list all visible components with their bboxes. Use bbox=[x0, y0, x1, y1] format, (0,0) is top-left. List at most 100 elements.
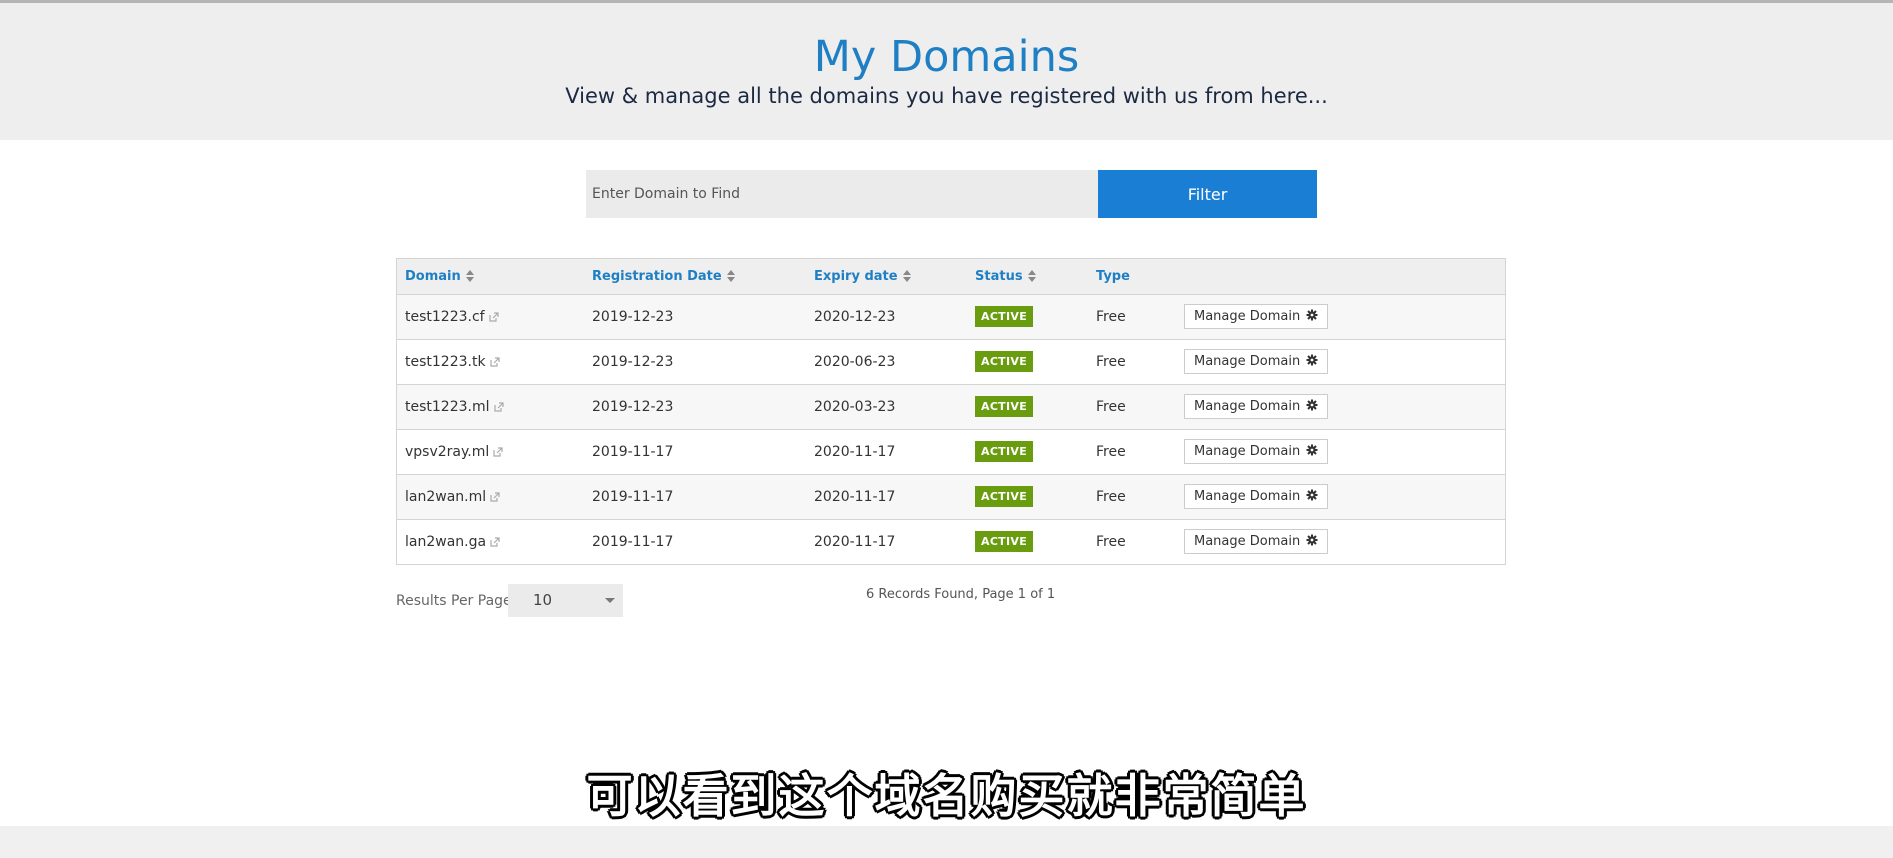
external-link-icon[interactable] bbox=[493, 446, 503, 457]
manage-domain-button[interactable]: Manage Domain bbox=[1184, 439, 1329, 464]
status-cell: ACTIVE bbox=[967, 519, 1088, 564]
external-link-icon[interactable] bbox=[490, 491, 500, 502]
expiry-date-cell: 2020-03-23 bbox=[814, 398, 896, 415]
records-count-text: 6 Records Found, Page 1 of 1 bbox=[866, 587, 1056, 602]
manage-domain-label: Manage Domain bbox=[1194, 534, 1301, 550]
manage-domain-label: Manage Domain bbox=[1194, 309, 1301, 324]
external-link-icon[interactable] bbox=[493, 401, 504, 412]
manage-domain-button[interactable]: Manage Domain bbox=[1184, 349, 1329, 374]
status-badge: ACTIVE bbox=[975, 351, 1034, 372]
expiry-date-cell: 2020-11-17 bbox=[814, 443, 896, 460]
filter-button[interactable]: Filter bbox=[1098, 170, 1317, 218]
column-header-type-label: Type bbox=[1096, 268, 1130, 284]
registration-date-cell: 2019-11-17 bbox=[592, 443, 674, 460]
registration-date-cell: 2019-12-23 bbox=[592, 353, 674, 370]
domain-name[interactable]: vpsv2ray.ml bbox=[405, 444, 489, 460]
table-row: test1223.tk 2019-12-23 2020-06-23 ACTIVE… bbox=[397, 339, 1505, 384]
external-link-icon[interactable] bbox=[488, 311, 499, 322]
bottom-band bbox=[0, 826, 1893, 858]
column-header-expiry-date-label: Expiry date bbox=[814, 268, 898, 284]
status-badge: ACTIVE bbox=[975, 531, 1034, 553]
sort-icon bbox=[726, 270, 735, 283]
manage-domain-label: Manage Domain bbox=[1194, 354, 1301, 369]
domain-cell: test1223.cf bbox=[397, 294, 584, 339]
domain-cell: test1223.tk bbox=[397, 339, 584, 384]
type-cell: Free bbox=[1096, 533, 1126, 550]
results-per-page-label: Results Per Page: bbox=[396, 593, 517, 609]
table-row: lan2wan.ga 2019-11-17 2020-11-17 ACTIVE … bbox=[397, 519, 1505, 564]
status-badge: ACTIVE bbox=[975, 396, 1034, 417]
column-header-status[interactable]: Status bbox=[967, 259, 1088, 295]
domain-name[interactable]: lan2wan.ml bbox=[405, 489, 486, 505]
domain-search-input[interactable] bbox=[586, 170, 1098, 218]
domain-cell: test1223.ml bbox=[397, 384, 584, 429]
domain-cell: lan2wan.ml bbox=[397, 474, 584, 519]
action-cell: Manage Domain bbox=[1176, 294, 1505, 339]
expiry-date-cell: 2020-12-23 bbox=[814, 308, 896, 325]
manage-domain-label: Manage Domain bbox=[1194, 489, 1301, 504]
domain-cell: lan2wan.ga bbox=[397, 519, 584, 564]
domains-table: Domain Registration Date Expiry date Sta… bbox=[396, 258, 1506, 565]
table-header-row: Domain Registration Date Expiry date Sta… bbox=[397, 259, 1505, 295]
sort-icon bbox=[465, 270, 474, 283]
table-row: test1223.ml 2019-12-23 2020-03-23 ACTIVE… bbox=[397, 384, 1505, 429]
manage-domain-button[interactable]: Manage Domain bbox=[1184, 394, 1329, 419]
action-cell: Manage Domain bbox=[1176, 519, 1505, 564]
gear-icon bbox=[1306, 489, 1318, 501]
page-subtitle: View & manage all the domains you have r… bbox=[565, 84, 1328, 108]
table-row: vpsv2ray.ml 2019-11-17 2020-11-17 ACTIVE… bbox=[397, 429, 1505, 474]
manage-domain-button[interactable]: Manage Domain bbox=[1184, 304, 1329, 329]
column-header-expiry-date[interactable]: Expiry date bbox=[806, 259, 967, 295]
action-cell: Manage Domain bbox=[1176, 339, 1505, 384]
domain-name[interactable]: lan2wan.ga bbox=[405, 534, 486, 550]
type-cell: Free bbox=[1096, 308, 1126, 325]
column-header-domain-label: Domain bbox=[405, 268, 461, 284]
domain-name[interactable]: test1223.cf bbox=[405, 309, 485, 325]
action-cell: Manage Domain bbox=[1176, 474, 1505, 519]
manage-domain-button[interactable]: Manage Domain bbox=[1184, 484, 1329, 509]
type-cell: Free bbox=[1096, 398, 1126, 415]
column-header-type: Type bbox=[1088, 259, 1176, 295]
results-per-page-value: 10 bbox=[533, 591, 553, 609]
gear-icon bbox=[1306, 534, 1318, 546]
action-cell: Manage Domain bbox=[1176, 384, 1505, 429]
column-header-registration-date-label: Registration Date bbox=[592, 268, 722, 284]
page-title: My Domains bbox=[813, 32, 1080, 82]
chevron-down-icon bbox=[605, 598, 615, 603]
table-row: lan2wan.ml 2019-11-17 2020-11-17 ACTIVE … bbox=[397, 474, 1505, 519]
registration-date-cell: 2019-12-23 bbox=[592, 308, 674, 325]
status-badge: ACTIVE bbox=[975, 306, 1034, 327]
sort-icon bbox=[902, 270, 911, 283]
status-badge: ACTIVE bbox=[975, 486, 1034, 507]
gear-icon bbox=[1306, 354, 1318, 366]
column-header-status-label: Status bbox=[975, 268, 1023, 284]
external-link-icon[interactable] bbox=[489, 356, 500, 367]
column-header-actions bbox=[1176, 259, 1505, 295]
registration-date-cell: 2019-11-17 bbox=[592, 533, 674, 550]
table-row: test1223.cf 2019-12-23 2020-12-23 ACTIVE… bbox=[397, 294, 1505, 339]
results-per-page-select[interactable]: 10 bbox=[508, 584, 623, 617]
registration-date-cell: 2019-12-23 bbox=[592, 398, 674, 415]
status-cell: ACTIVE bbox=[967, 294, 1088, 339]
gear-icon bbox=[1306, 444, 1318, 456]
expiry-date-cell: 2020-11-17 bbox=[814, 488, 896, 505]
column-header-domain[interactable]: Domain bbox=[397, 259, 584, 295]
status-cell: ACTIVE bbox=[967, 474, 1088, 519]
sort-icon bbox=[1027, 270, 1036, 283]
type-cell: Free bbox=[1096, 443, 1126, 460]
external-link-icon[interactable] bbox=[490, 537, 500, 547]
status-cell: ACTIVE bbox=[967, 339, 1088, 384]
column-header-registration-date[interactable]: Registration Date bbox=[584, 259, 806, 295]
domain-cell: vpsv2ray.ml bbox=[397, 429, 584, 474]
type-cell: Free bbox=[1096, 353, 1126, 370]
manage-domain-label: Manage Domain bbox=[1194, 444, 1301, 459]
manage-domain-label: Manage Domain bbox=[1194, 399, 1301, 414]
status-badge: ACTIVE bbox=[975, 441, 1034, 462]
domain-name[interactable]: test1223.ml bbox=[405, 399, 490, 415]
manage-domain-button[interactable]: Manage Domain bbox=[1184, 529, 1329, 555]
type-cell: Free bbox=[1096, 488, 1126, 505]
registration-date-cell: 2019-11-17 bbox=[592, 488, 674, 505]
header-band: My Domains View & manage all the domains… bbox=[0, 3, 1893, 140]
domain-name[interactable]: test1223.tk bbox=[405, 354, 486, 370]
expiry-date-cell: 2020-11-17 bbox=[814, 533, 896, 550]
